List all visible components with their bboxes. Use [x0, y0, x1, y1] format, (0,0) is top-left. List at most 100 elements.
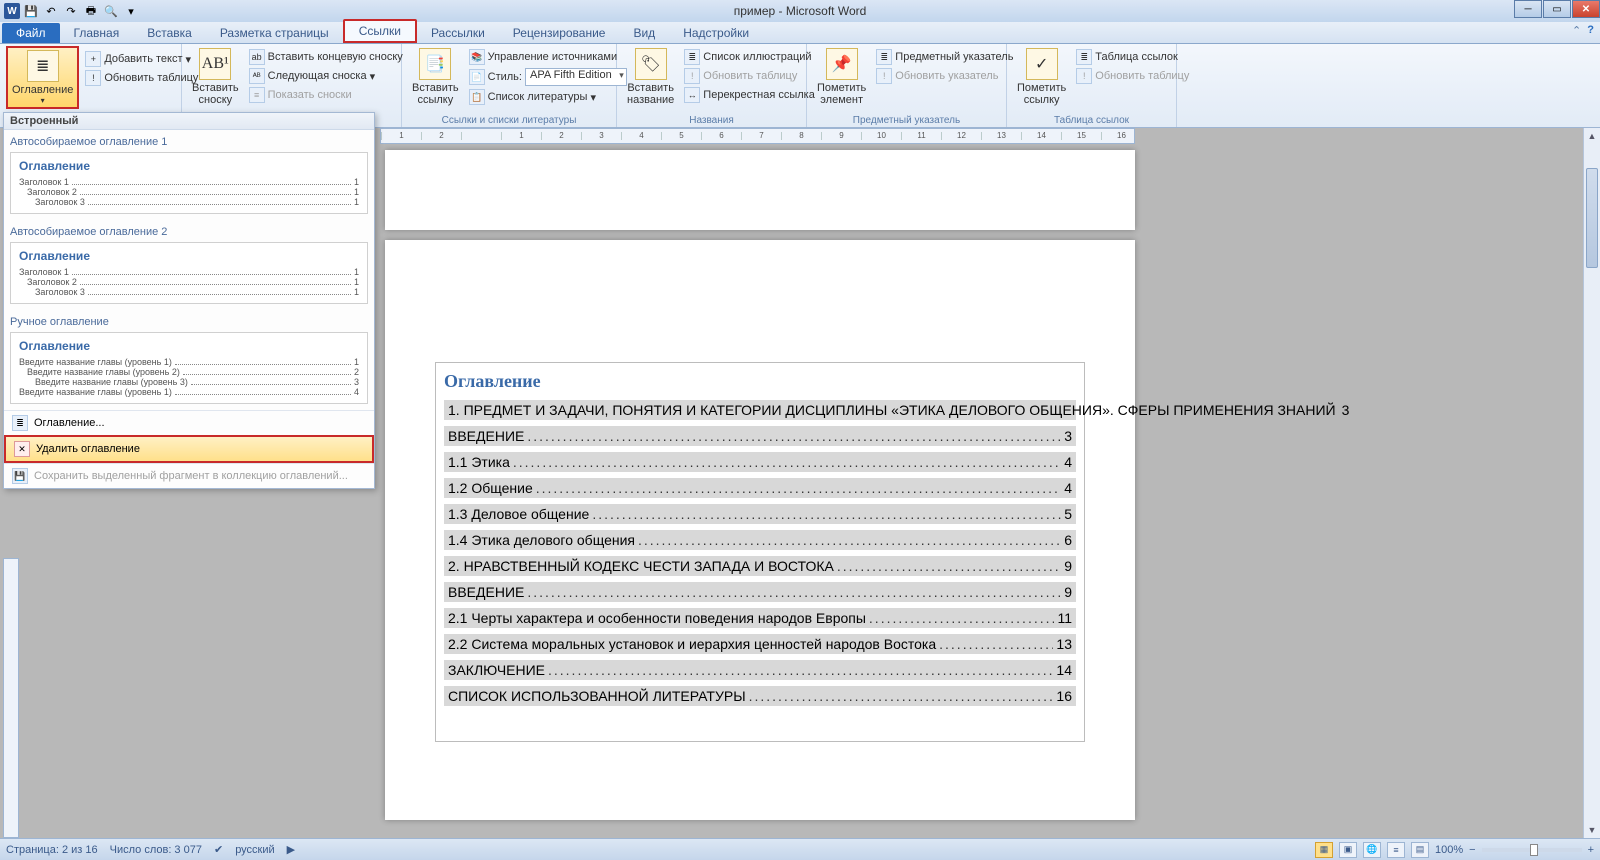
- scroll-down-icon[interactable]: ▼: [1584, 822, 1600, 838]
- view-print-layout[interactable]: ▦: [1315, 842, 1333, 858]
- bibliography-button[interactable]: 📋Список литературы ▾: [467, 88, 629, 106]
- insert-endnote-button[interactable]: abВставить концевую сноску: [247, 48, 405, 66]
- manage-sources-button[interactable]: 📚Управление источниками: [467, 48, 629, 66]
- view-full-screen[interactable]: ▣: [1339, 842, 1357, 858]
- preview-line: Введите название главы (уровень 3)3: [19, 377, 359, 387]
- tab-page-layout[interactable]: Разметка страницы: [206, 23, 343, 43]
- ribbon-minimize-icon[interactable]: ⌃: [1572, 24, 1581, 37]
- qat-more-icon[interactable]: ▾: [122, 2, 140, 20]
- gallery-item-auto1-title[interactable]: Автособираемое оглавление 1: [4, 130, 374, 150]
- insert-caption-button[interactable]: 🏷 Вставить название: [623, 46, 678, 108]
- zoom-slider[interactable]: [1482, 848, 1582, 852]
- minimize-button[interactable]: ─: [1514, 0, 1542, 18]
- mark-citation-icon: ✓: [1026, 48, 1058, 80]
- toc-entry[interactable]: СПИСОК ИСПОЛЬЗОВАННОЙ ЛИТЕРАТУРЫ........…: [444, 686, 1076, 706]
- toc-entry[interactable]: 2.1 Черты характера и особенности поведе…: [444, 608, 1076, 628]
- redo-icon[interactable]: ↷: [62, 2, 80, 20]
- view-draft[interactable]: ▤: [1411, 842, 1429, 858]
- tab-review[interactable]: Рецензирование: [499, 23, 620, 43]
- mark-citation-button[interactable]: ✓ Пометить ссылку: [1013, 46, 1070, 108]
- toc-entry[interactable]: 1.1 Этика...............................…: [444, 452, 1076, 472]
- help-icon[interactable]: ?: [1587, 24, 1594, 37]
- preview-line: Заголовок 31: [19, 197, 359, 207]
- list-of-figures-button[interactable]: ≣Список иллюстраций: [682, 48, 817, 66]
- gallery-cmd-remove[interactable]: ✕ Удалить оглавление: [4, 435, 374, 463]
- bibliography-icon: 📋: [469, 89, 485, 105]
- tab-file[interactable]: Файл: [2, 23, 60, 43]
- tab-addins[interactable]: Надстройки: [669, 23, 763, 43]
- gallery-cmd-custom[interactable]: ≣ Оглавление...: [4, 410, 374, 435]
- update-index-button[interactable]: !Обновить указатель: [874, 67, 1015, 85]
- view-outline[interactable]: ≡: [1387, 842, 1405, 858]
- show-footnotes-icon: ≡: [249, 87, 265, 103]
- vertical-ruler[interactable]: [3, 558, 19, 838]
- insert-toa-button[interactable]: ≣Таблица ссылок: [1074, 48, 1191, 66]
- zoom-level[interactable]: 100%: [1435, 844, 1463, 856]
- update-index-icon: !: [876, 68, 892, 84]
- zoom-out-button[interactable]: −: [1469, 844, 1475, 856]
- toc-entry[interactable]: ВВЕДЕНИЕ................................…: [444, 582, 1076, 602]
- cross-reference-button[interactable]: ↔Перекрестная ссылка: [682, 86, 817, 104]
- insert-footnote-button[interactable]: AB¹ Вставить сноску: [188, 46, 243, 108]
- status-macro-icon[interactable]: ▶: [287, 843, 295, 856]
- vertical-scrollbar[interactable]: ▲ ▼: [1583, 128, 1600, 838]
- tab-home[interactable]: Главная: [60, 23, 134, 43]
- print-icon[interactable]: 🖶: [82, 2, 100, 20]
- mark-citation-label: Пометить ссылку: [1017, 82, 1066, 106]
- citation-style-combo[interactable]: 📄Стиль: APA Fifth Edition: [467, 67, 629, 87]
- close-button[interactable]: ✕: [1572, 0, 1600, 18]
- toc-entry[interactable]: 1.4 Этика делового общения..............…: [444, 530, 1076, 550]
- gallery-item-auto2[interactable]: Оглавление Заголовок 11Заголовок 21Загол…: [10, 242, 368, 304]
- insert-index-button[interactable]: ≣Предметный указатель: [874, 48, 1015, 66]
- group-captions-label: Названия: [617, 115, 806, 126]
- undo-icon[interactable]: ↶: [42, 2, 60, 20]
- maximize-button[interactable]: ▭: [1543, 0, 1571, 18]
- toc-entry[interactable]: 2.2 Система моральных установок и иерарх…: [444, 634, 1076, 654]
- toc-button[interactable]: ≣ Оглавление ▾: [6, 46, 79, 109]
- horizontal-ruler[interactable]: 121234567891011121314151617: [380, 128, 1135, 144]
- status-bar: Страница: 2 из 16 Число слов: 3 077 ✔ ру…: [0, 838, 1600, 860]
- status-proofing-icon[interactable]: ✔: [214, 843, 223, 856]
- update-toa-button[interactable]: !Обновить таблицу: [1074, 67, 1191, 85]
- style-value[interactable]: APA Fifth Edition: [525, 68, 627, 86]
- show-footnotes-button[interactable]: ≡Показать сноски: [247, 86, 405, 104]
- gallery-item-manual[interactable]: Оглавление Введите название главы (урове…: [10, 332, 368, 404]
- gallery-item-auto2-title[interactable]: Автособираемое оглавление 2: [4, 220, 374, 240]
- update-figures-button[interactable]: !Обновить таблицу: [682, 67, 817, 85]
- tab-insert[interactable]: Вставка: [133, 23, 206, 43]
- insert-citation-button[interactable]: 📑 Вставить ссылку: [408, 46, 463, 108]
- index-icon: ≣: [876, 49, 892, 65]
- group-citations-label: Ссылки и списки литературы: [402, 115, 616, 126]
- tab-view[interactable]: Вид: [619, 23, 669, 43]
- zoom-in-button[interactable]: +: [1588, 844, 1594, 856]
- scroll-thumb[interactable]: [1586, 168, 1598, 268]
- document-page[interactable]: Оглавление 1. ПРЕДМЕТ И ЗАДАЧИ, ПОНЯТИЯ …: [385, 240, 1135, 820]
- status-word-count[interactable]: Число слов: 3 077: [110, 844, 202, 856]
- figures-icon: ≣: [684, 49, 700, 65]
- scroll-up-icon[interactable]: ▲: [1584, 128, 1600, 144]
- toc-entry[interactable]: 2. НРАВСТВЕННЫЙ КОДЕКС ЧЕСТИ ЗАПАДА И ВО…: [444, 556, 1076, 576]
- preview-icon[interactable]: 🔍: [102, 2, 120, 20]
- toc-title: Оглавление: [444, 371, 1076, 392]
- toc-entry[interactable]: 1.3 Деловое общение.....................…: [444, 504, 1076, 524]
- toc-field[interactable]: Оглавление 1. ПРЕДМЕТ И ЗАДАЧИ, ПОНЯТИЯ …: [435, 362, 1085, 742]
- tab-mailings[interactable]: Рассылки: [417, 23, 499, 43]
- toc-entry[interactable]: ЗАКЛЮЧЕНИЕ..............................…: [444, 660, 1076, 680]
- mark-entry-button[interactable]: 📌 Пометить элемент: [813, 46, 870, 108]
- update-toa-icon: !: [1076, 68, 1092, 84]
- gallery-item-manual-title[interactable]: Ручное оглавление: [4, 310, 374, 330]
- toc-entry[interactable]: 1.2 Общение.............................…: [444, 478, 1076, 498]
- title-bar: W 💾 ↶ ↷ 🖶 🔍 ▾ пример - Microsoft Word ─ …: [0, 0, 1600, 22]
- zoom-knob[interactable]: [1530, 844, 1538, 856]
- next-footnote-button[interactable]: ᴬᴮСледующая сноска ▾: [247, 67, 405, 85]
- tab-references[interactable]: Ссылки: [343, 19, 417, 43]
- toc-icon: ≣: [27, 50, 59, 82]
- status-language[interactable]: русский: [235, 844, 274, 856]
- toc-entry[interactable]: ВВЕДЕНИЕ................................…: [444, 426, 1076, 446]
- status-page[interactable]: Страница: 2 из 16: [6, 844, 98, 856]
- toc-entry[interactable]: 1. ПРЕДМЕТ И ЗАДАЧИ, ПОНЯТИЯ И КАТЕГОРИИ…: [444, 400, 1076, 420]
- gallery-item-auto1[interactable]: Оглавление Заголовок 11Заголовок 21Загол…: [10, 152, 368, 214]
- view-web-layout[interactable]: 🌐: [1363, 842, 1381, 858]
- save-icon[interactable]: 💾: [22, 2, 40, 20]
- group-index-label: Предметный указатель: [807, 115, 1006, 126]
